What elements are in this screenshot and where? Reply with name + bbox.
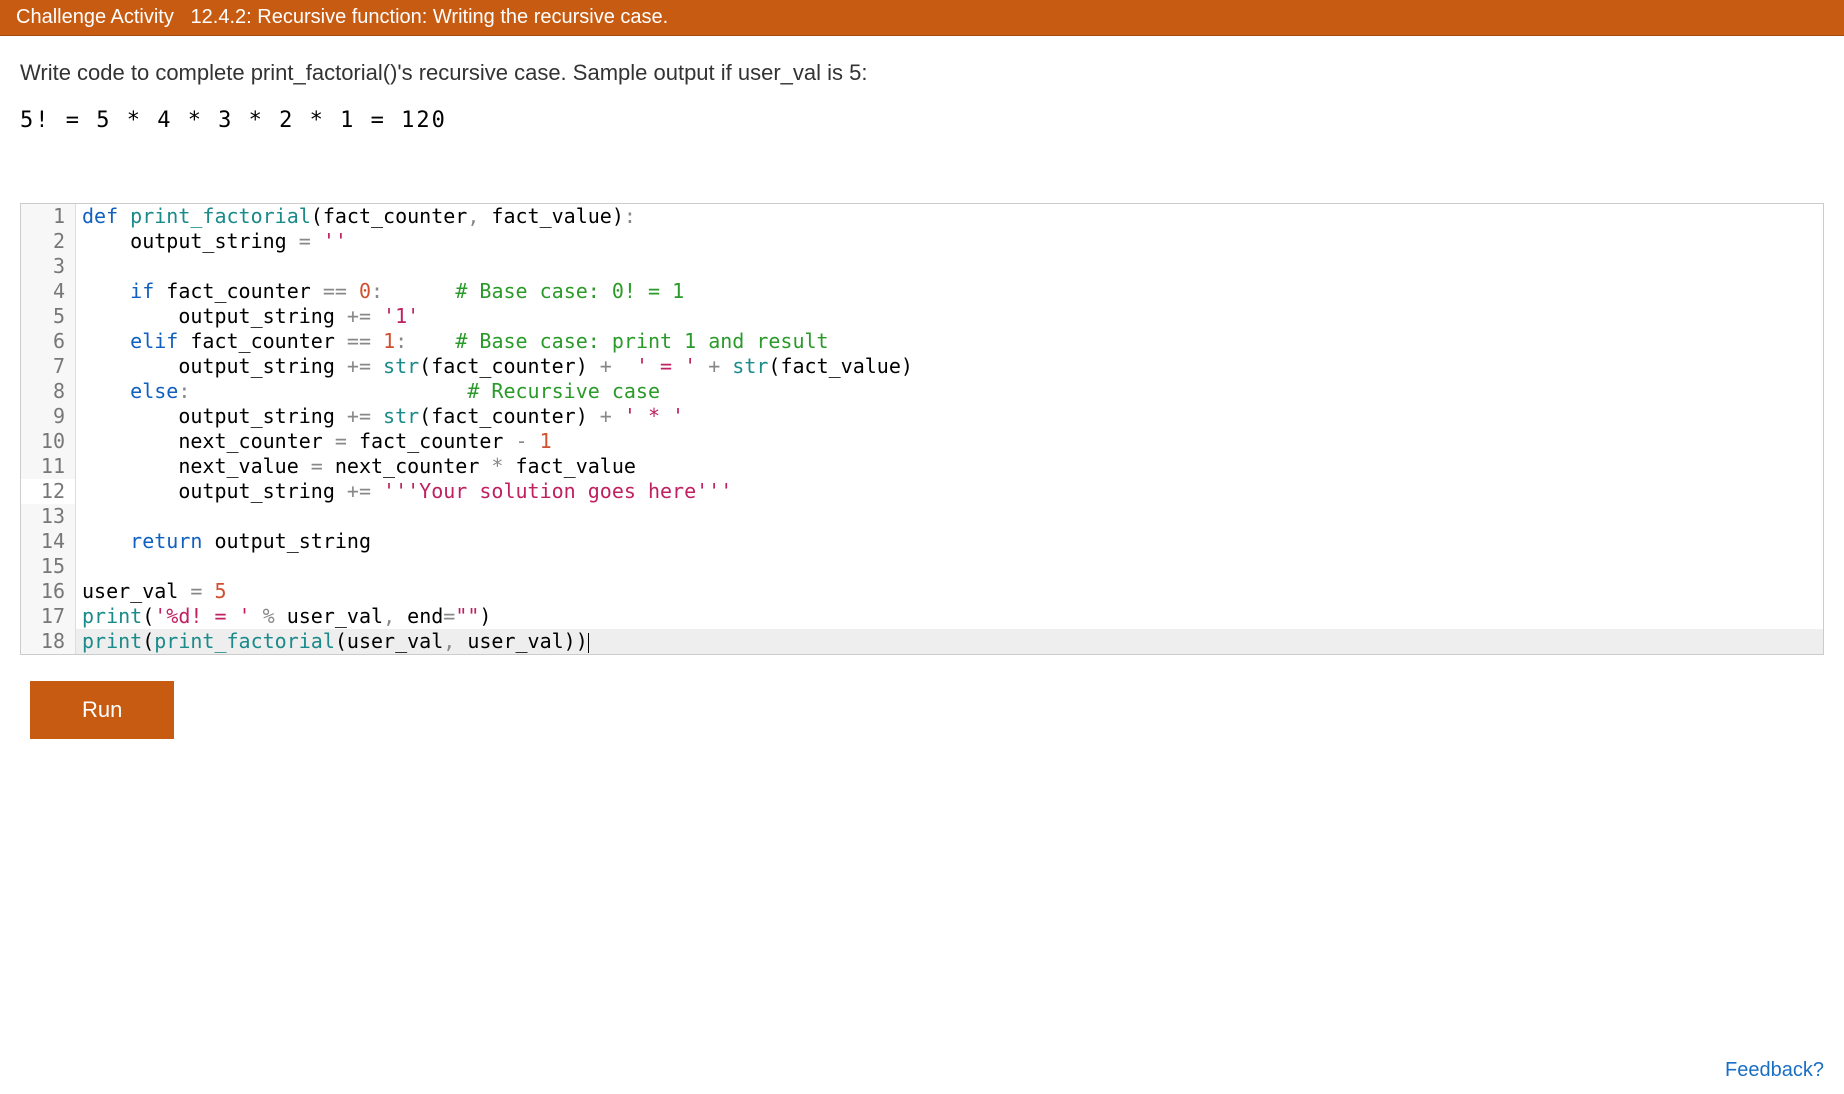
code-line[interactable]: 12 output_string += '''Your solution goe…	[21, 479, 1823, 504]
code-content[interactable]: output_string = ''	[76, 229, 1823, 254]
code-content[interactable]: def print_factorial(fact_counter, fact_v…	[76, 204, 1823, 229]
line-number: 5	[21, 304, 76, 329]
code-line[interactable]: 1def print_factorial(fact_counter, fact_…	[21, 204, 1823, 229]
code-line[interactable]: 10 next_counter = fact_counter - 1	[21, 429, 1823, 454]
code-content[interactable]: next_value = next_counter * fact_value	[76, 454, 1823, 479]
line-number: 9	[21, 404, 76, 429]
line-number: 12	[21, 479, 76, 504]
line-number: 15	[21, 554, 76, 579]
code-content[interactable]	[76, 554, 1823, 579]
code-content[interactable]: output_string += str(fact_counter) + ' *…	[76, 404, 1823, 429]
code-content[interactable]: output_string += str(fact_counter) + ' =…	[76, 354, 1823, 379]
code-line[interactable]: 11 next_value = next_counter * fact_valu…	[21, 454, 1823, 479]
line-number: 17	[21, 604, 76, 629]
code-editor[interactable]: 1def print_factorial(fact_counter, fact_…	[20, 203, 1824, 655]
header-number: 12.4.2:	[191, 6, 252, 28]
line-number: 2	[21, 229, 76, 254]
code-line[interactable]: 18print(print_factorial(user_val, user_v…	[21, 629, 1823, 654]
code-content[interactable]: user_val = 5	[76, 579, 1823, 604]
code-content[interactable]: next_counter = fact_counter - 1	[76, 429, 1823, 454]
code-line[interactable]: 2 output_string = ''	[21, 229, 1823, 254]
code-line[interactable]: 4 if fact_counter == 0: # Base case: 0! …	[21, 279, 1823, 304]
line-number: 13	[21, 504, 76, 529]
line-number: 6	[21, 329, 76, 354]
code-line[interactable]: 9 output_string += str(fact_counter) + '…	[21, 404, 1823, 429]
line-number: 7	[21, 354, 76, 379]
code-content[interactable]	[76, 254, 1823, 279]
line-number: 11	[21, 454, 76, 479]
code-line[interactable]: 17print('%d! = ' % user_val, end="")	[21, 604, 1823, 629]
code-content[interactable]: if fact_counter == 0: # Base case: 0! = …	[76, 279, 1823, 304]
line-number: 1	[21, 204, 76, 229]
challenge-header: Challenge Activity 12.4.2: Recursive fun…	[0, 0, 1844, 36]
code-line[interactable]: 3	[21, 254, 1823, 279]
header-title: Recursive function: Writing the recursiv…	[257, 6, 668, 28]
code-content[interactable]: output_string += '''Your solution goes h…	[76, 479, 1823, 504]
line-number: 3	[21, 254, 76, 279]
code-content[interactable]	[76, 504, 1823, 529]
code-line[interactable]: 6 elif fact_counter == 1: # Base case: p…	[21, 329, 1823, 354]
line-number: 10	[21, 429, 76, 454]
sample-output: 5! = 5 * 4 * 3 * 2 * 1 = 120	[0, 96, 1844, 173]
line-number: 16	[21, 579, 76, 604]
code-line[interactable]: 13	[21, 504, 1823, 529]
code-line[interactable]: 14 return output_string	[21, 529, 1823, 554]
code-line[interactable]: 8 else: # Recursive case	[21, 379, 1823, 404]
code-content[interactable]: print(print_factorial(user_val, user_val…	[76, 629, 1823, 654]
line-number: 8	[21, 379, 76, 404]
text-cursor	[588, 633, 589, 653]
code-line[interactable]: 15	[21, 554, 1823, 579]
code-content[interactable]: else: # Recursive case	[76, 379, 1823, 404]
code-line[interactable]: 5 output_string += '1'	[21, 304, 1823, 329]
line-number: 4	[21, 279, 76, 304]
instructions-text: Write code to complete print_factorial()…	[0, 36, 1844, 96]
code-content[interactable]: return output_string	[76, 529, 1823, 554]
code-content[interactable]: elif fact_counter == 1: # Base case: pri…	[76, 329, 1823, 354]
run-button[interactable]: Run	[30, 681, 174, 739]
line-number: 18	[21, 629, 76, 654]
feedback-link[interactable]: Feedback?	[1725, 1059, 1824, 1082]
header-kind: Challenge Activity	[16, 6, 174, 28]
code-content[interactable]: print('%d! = ' % user_val, end="")	[76, 604, 1823, 629]
code-content[interactable]: output_string += '1'	[76, 304, 1823, 329]
code-line[interactable]: 7 output_string += str(fact_counter) + '…	[21, 354, 1823, 379]
code-line[interactable]: 16user_val = 5	[21, 579, 1823, 604]
line-number: 14	[21, 529, 76, 554]
